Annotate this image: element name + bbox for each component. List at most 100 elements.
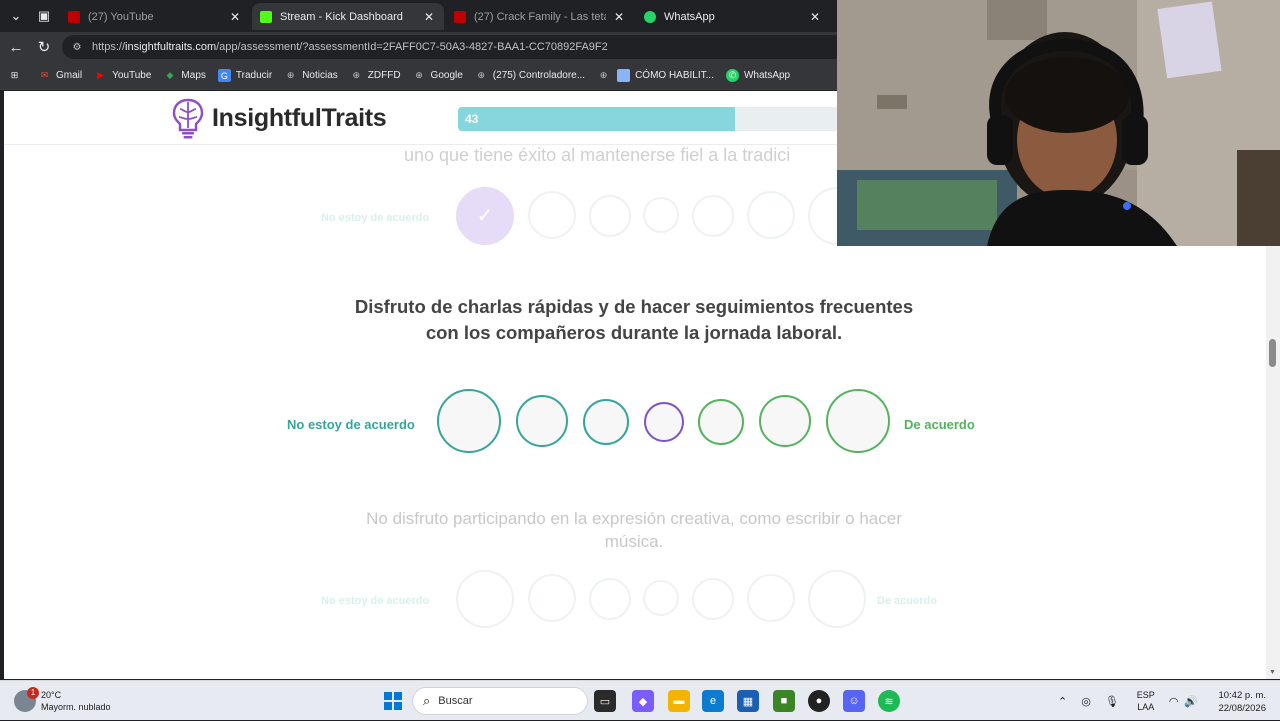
current-question-text: Disfruto de charlas rápidas y de hacer s… — [354, 296, 914, 343]
close-icon[interactable]: ✕ — [808, 10, 822, 24]
windows-start-icon[interactable] — [382, 690, 404, 712]
url-text: https://insightfultraits.com/app/assessm… — [92, 41, 608, 53]
windows-taskbar: 1 20°C Mayorm. nublado ⌕ Buscar ▭ ◆ ▬ e … — [0, 680, 1280, 720]
answer-slightly-disagree[interactable] — [583, 399, 629, 445]
globe-icon: ⊕ — [599, 70, 608, 80]
search-icon: ⌕ — [423, 693, 431, 708]
answer-strongly-disagree[interactable] — [437, 389, 501, 453]
bookmark-google[interactable]: ⊕ Google — [413, 69, 463, 82]
answer-option[interactable] — [643, 197, 679, 233]
wifi-icon[interactable]: ◠ — [1169, 695, 1179, 708]
youtube-icon — [454, 10, 466, 23]
answer-strongly-agree[interactable] — [826, 389, 890, 453]
bookmark-controladores[interactable]: ⊕ (275) Controladore... — [475, 69, 586, 82]
answer-option[interactable] — [589, 195, 631, 237]
agree-label: De acuerdo — [877, 595, 937, 607]
next-question-text: No disfruto participando en la expresión… — [366, 509, 902, 551]
tab-search-dropdown-icon[interactable]: ⌄ — [4, 4, 28, 28]
workspaces-icon[interactable]: ▣ — [32, 4, 56, 28]
answer-option[interactable] — [747, 574, 795, 622]
language-indicator[interactable]: ESP LAA — [1137, 689, 1155, 713]
weather-widget[interactable]: 1 20°C Mayorm. nublado — [14, 687, 111, 713]
youtube-icon: ▶ — [97, 70, 105, 80]
system-tray: ⌃ ◎ 🎙 ESP LAA ◠ 🔊 — [1058, 681, 1198, 721]
answer-agree[interactable] — [759, 395, 811, 447]
globe-icon: ⊕ — [477, 70, 486, 80]
progress-fill: 43 — [458, 107, 736, 131]
store-icon[interactable]: ▦ — [737, 690, 759, 712]
globe-icon: ⊕ — [352, 70, 361, 80]
tab-crack-family[interactable]: (27) Crack Family - Las tetas de m ✕ — [446, 3, 634, 30]
webcam-overlay — [837, 0, 1280, 246]
apps-grid-icon: ⊞ — [10, 70, 19, 80]
show-hidden-icons-icon[interactable]: ⌃ — [1058, 695, 1067, 708]
back-arrow-icon[interactable]: ← — [6, 37, 26, 57]
progress-bar: 43 — [458, 107, 878, 131]
answer-neutral[interactable] — [644, 402, 684, 442]
bookmark-gmail[interactable]: ✉ Gmail — [38, 69, 82, 82]
disagree-label: No estoy de acuerdo — [287, 417, 415, 432]
translate-icon: G — [217, 69, 231, 82]
file-explorer-icon[interactable]: ▬ — [668, 690, 690, 712]
meet-now-icon[interactable]: ◎ — [1081, 695, 1091, 708]
date: 22/08/2026 — [1218, 703, 1266, 714]
bookmark-whatsapp[interactable]: ✆ WhatsApp — [725, 69, 790, 82]
bookmark-youtube[interactable]: ▶ YouTube — [94, 69, 151, 82]
discord-icon[interactable]: ☺ — [843, 690, 865, 712]
kick-icon — [260, 10, 272, 23]
answer-option[interactable] — [808, 570, 866, 628]
answer-slightly-agree[interactable] — [698, 399, 744, 445]
close-icon[interactable]: ✕ — [422, 10, 436, 24]
tab-youtube[interactable]: (27) YouTube ✕ — [60, 3, 250, 30]
tab-kick-dashboard[interactable]: Stream - Kick Dashboard ✕ — [252, 3, 444, 30]
close-icon[interactable]: ✕ — [612, 10, 626, 24]
volume-icon[interactable]: 🔊 — [1184, 695, 1198, 708]
answer-disagree[interactable] — [516, 395, 568, 447]
taskbar-search[interactable]: ⌕ Buscar — [412, 687, 588, 715]
bookmark-zdffd[interactable]: ⊕ ZDFFD — [350, 69, 400, 82]
close-icon[interactable]: ✕ — [228, 10, 242, 24]
copilot-icon[interactable]: ◆ — [632, 690, 654, 712]
globe-icon: ⊕ — [286, 70, 295, 80]
edge-icon[interactable]: e — [702, 690, 724, 712]
bookmark-maps[interactable]: ◆ Maps — [163, 69, 205, 82]
answer-option-selected[interactable]: ✓ — [456, 187, 514, 245]
bookmark-globe[interactable]: ⊕ — [597, 69, 615, 82]
cloud-icon: 1 — [14, 687, 39, 712]
next-answer-scale: No estoy de acuerdo De acuerdo — [4, 570, 1266, 640]
brain-bulb-icon — [172, 98, 204, 139]
answer-option[interactable] — [747, 191, 795, 239]
reload-icon[interactable]: ↻ — [34, 37, 54, 57]
webcam-feed — [837, 0, 1280, 246]
disagree-label: No estoy de acuerdo — [321, 595, 430, 607]
page-icon — [617, 69, 631, 82]
spotify-icon[interactable]: ≋ — [878, 690, 900, 712]
microphone-icon[interactable]: 🎙 — [1105, 695, 1119, 708]
scrollbar-thumb[interactable] — [1269, 339, 1276, 367]
answer-option[interactable] — [692, 195, 734, 237]
answer-option[interactable] — [456, 570, 514, 628]
brand-logo[interactable]: InsightfulTraits — [170, 97, 387, 139]
site-info-icon[interactable]: ⚙ — [70, 40, 84, 54]
bookmark-traducir[interactable]: G Traducir — [217, 69, 272, 82]
answer-option[interactable] — [643, 580, 679, 616]
answer-option[interactable] — [589, 578, 631, 620]
minecraft-icon[interactable]: ■ — [773, 690, 795, 712]
chrome-icon[interactable]: ● — [808, 690, 830, 712]
progress-value: 43 — [465, 112, 479, 126]
bookmark-como-habilit[interactable]: CÓMO HABILIT... — [617, 69, 714, 82]
answer-option[interactable] — [692, 578, 734, 620]
disagree-label: No estoy de acuerdo — [321, 212, 430, 224]
task-view-icon[interactable]: ▭ — [594, 690, 616, 712]
gmail-icon: ✉ — [40, 70, 49, 80]
bookmark-apps[interactable]: ⊞ — [8, 69, 26, 82]
time: 10:42 p. m. — [1218, 690, 1266, 701]
tab-whatsapp[interactable]: WhatsApp ✕ — [636, 3, 830, 30]
scroll-down-icon[interactable]: ▼ — [1269, 669, 1277, 677]
brand-name: InsightfulTraits — [212, 103, 387, 132]
answer-option[interactable] — [528, 574, 576, 622]
previous-question-text: uno que tiene éxito al mantenerse fiel a… — [404, 145, 791, 165]
answer-option[interactable] — [528, 191, 576, 239]
bookmark-noticias[interactable]: ⊕ Noticias — [284, 69, 338, 82]
clock[interactable]: 10:42 p. m. 22/08/2026 — [1208, 689, 1266, 715]
